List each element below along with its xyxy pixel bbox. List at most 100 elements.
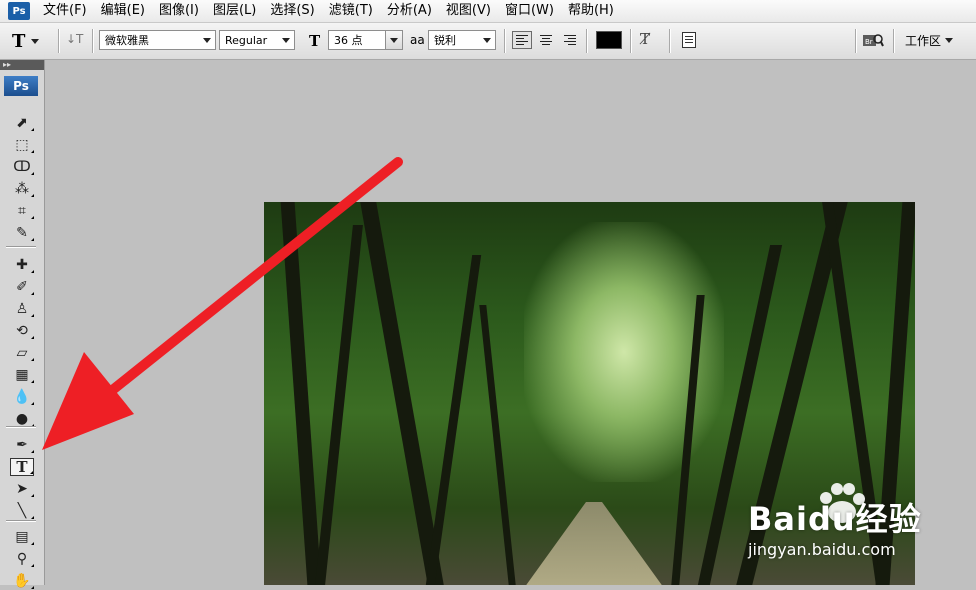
font-size-value: 36 点: [334, 34, 363, 47]
crop-tool[interactable]: ⌗: [10, 202, 34, 220]
bridge-icon[interactable]: Br: [862, 32, 884, 48]
font-style-value: Regular: [225, 33, 268, 47]
move-tool[interactable]: ⬈: [10, 114, 34, 132]
divider: [893, 29, 894, 53]
divider: [6, 246, 36, 247]
font-style-select[interactable]: Regular: [219, 30, 295, 50]
eyedropper-tool[interactable]: ⚲: [10, 550, 34, 568]
healing-brush-tool[interactable]: ✚: [10, 256, 34, 274]
flyout-indicator-icon: [31, 238, 34, 241]
divider: [58, 29, 59, 53]
divider: [669, 29, 670, 53]
menu-help[interactable]: 帮助(H): [561, 0, 621, 22]
lasso-tool[interactable]: ↀ: [10, 158, 34, 176]
menu-select[interactable]: 选择(S): [263, 0, 321, 22]
divider: [855, 29, 856, 53]
divider: [92, 29, 93, 53]
antialias-icon: aa: [410, 33, 425, 47]
flyout-indicator-icon: [31, 450, 34, 453]
text-color-swatch[interactable]: [596, 31, 622, 49]
workspace-menu[interactable]: 工作区: [905, 32, 954, 49]
chevron-down-icon: [203, 37, 211, 43]
magic-wand-tool[interactable]: ⁂: [10, 180, 34, 198]
menu-file[interactable]: 文件(F): [36, 0, 94, 22]
flyout-indicator-icon: [31, 516, 34, 519]
flyout-indicator-icon: [31, 336, 34, 339]
divider: [6, 520, 36, 521]
menu-window[interactable]: 窗口(W): [498, 0, 561, 22]
chevron-down-icon: [390, 37, 398, 43]
font-family-select[interactable]: 微软雅黑: [99, 30, 216, 50]
type-tool-icon: T: [12, 30, 26, 52]
font-size-icon: T: [309, 32, 321, 50]
menu-edit[interactable]: 编辑(E): [94, 0, 152, 22]
align-center-button[interactable]: [536, 31, 556, 49]
flyout-indicator-icon: [31, 314, 34, 317]
ps-logo: Ps: [4, 76, 38, 96]
flyout-indicator-icon: [31, 380, 34, 383]
divider: [6, 426, 36, 427]
font-size-select[interactable]: 36 点: [328, 30, 403, 50]
flyout-indicator-icon: [31, 150, 34, 153]
divider: [586, 29, 587, 53]
flyout-indicator-icon: [30, 471, 33, 474]
flyout-indicator-icon: [31, 172, 34, 175]
antialias-select[interactable]: 锐利: [428, 30, 496, 50]
panel-collapse-icon[interactable]: ▸▸: [0, 60, 44, 70]
app-logo-icon: Ps: [8, 2, 30, 20]
arrow-head: [42, 352, 134, 450]
chevron-down-icon: [31, 38, 40, 44]
text-orientation-icon[interactable]: ↓T: [66, 32, 83, 46]
character-panel-icon[interactable]: [682, 32, 696, 48]
warp-text-icon[interactable]: Ⱦ: [640, 30, 650, 48]
menu-layer[interactable]: 图层(L): [206, 0, 263, 22]
chevron-down-icon: [945, 38, 954, 43]
brush-tool[interactable]: ✐: [10, 278, 34, 296]
watermark-brand: Baidu经验: [748, 500, 922, 538]
chevron-down-icon: [483, 37, 491, 43]
menu-image[interactable]: 图像(I): [152, 0, 206, 22]
flyout-indicator-icon: [31, 542, 34, 545]
flyout-indicator-icon: [31, 494, 34, 497]
tools-panel: ▸▸ Ps ⬈ ⬚ ↀ ⁂ ⌗ ✎ ✚ ✐ ♙ ⟲ ▱ ▦ 💧 ● ✒ T ➤ ╲ ▤ ⚲ ✋: [0, 60, 45, 589]
flyout-indicator-icon: [31, 358, 34, 361]
path-selection-tool[interactable]: ➤: [10, 480, 34, 498]
antialias-value: 锐利: [434, 34, 456, 47]
baidu-watermark: Baidu经验 jingyan.baidu.com: [748, 480, 958, 570]
font-family-value: 微软雅黑: [105, 34, 149, 47]
hand-tool[interactable]: ✋: [10, 572, 34, 590]
menu-view[interactable]: 视图(V): [439, 0, 498, 22]
divider: [504, 29, 505, 53]
tool-preset-picker[interactable]: T: [12, 29, 52, 53]
menu-bar: Ps 文件(F) 编辑(E) 图像(I) 图层(L) 选择(S) 滤镜(T) 分…: [0, 0, 976, 23]
history-brush-tool[interactable]: ⟲: [10, 322, 34, 340]
notes-tool[interactable]: ▤: [10, 528, 34, 546]
chevron-down-icon: [282, 37, 290, 43]
type-tool[interactable]: T: [10, 458, 34, 476]
flyout-indicator-icon: [31, 586, 34, 589]
marquee-tool[interactable]: ⬚: [10, 136, 34, 154]
eraser-tool[interactable]: ▱: [10, 344, 34, 362]
line-tool[interactable]: ╲: [10, 502, 34, 520]
flyout-indicator-icon: [31, 194, 34, 197]
clone-stamp-tool[interactable]: ♙: [10, 300, 34, 318]
eyedropper-slice-tool[interactable]: ✎: [10, 224, 34, 242]
forest-path: [514, 502, 674, 585]
divider: [630, 29, 631, 53]
flyout-indicator-icon: [31, 292, 34, 295]
flyout-indicator-icon: [31, 216, 34, 219]
menu-filter[interactable]: 滤镜(T): [322, 0, 380, 22]
gradient-tool[interactable]: ▦: [10, 366, 34, 384]
flyout-indicator-icon: [31, 402, 34, 405]
menu-analysis[interactable]: 分析(A): [380, 0, 439, 22]
blur-tool[interactable]: 💧: [10, 388, 34, 406]
options-bar: T ↓T 微软雅黑 Regular T 36 点 aa 锐利 Ⱦ Br 工作区: [0, 23, 976, 60]
align-left-button[interactable]: [512, 31, 532, 49]
workspace-label: 工作区: [905, 34, 942, 48]
pen-tool[interactable]: ✒: [10, 436, 34, 454]
align-right-button[interactable]: [559, 31, 579, 49]
flyout-indicator-icon: [31, 564, 34, 567]
flyout-indicator-icon: [31, 270, 34, 273]
watermark-url: jingyan.baidu.com: [748, 540, 896, 559]
flyout-indicator-icon: [31, 128, 34, 131]
